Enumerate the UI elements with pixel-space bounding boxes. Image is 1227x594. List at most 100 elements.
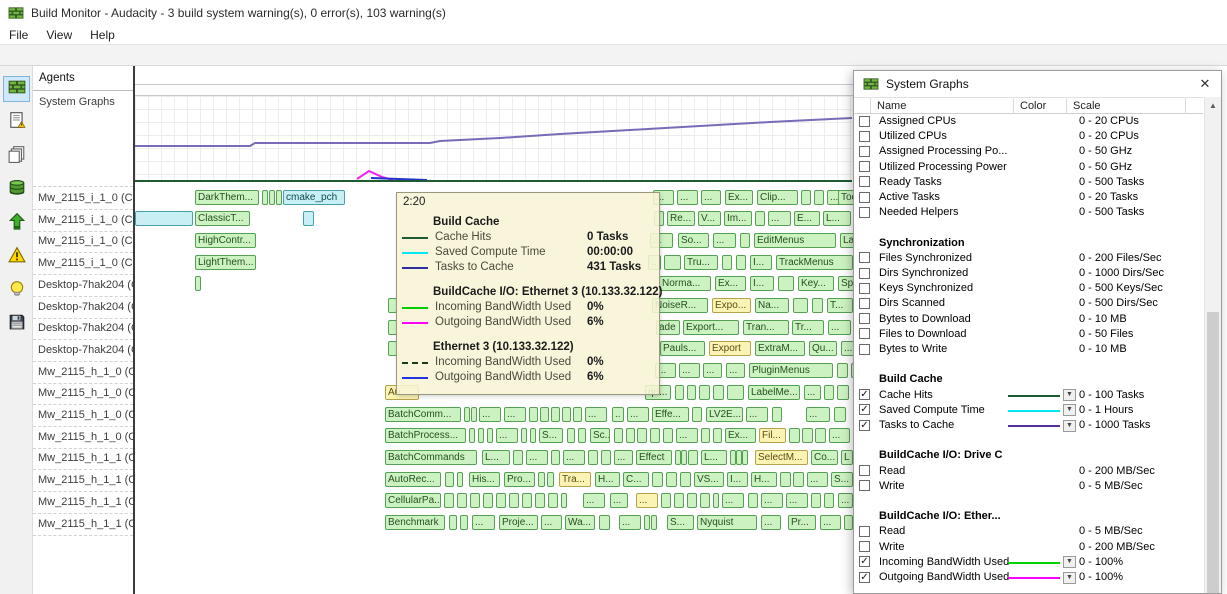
task-block[interactable] (700, 493, 710, 508)
task-block[interactable] (470, 493, 480, 508)
task-block[interactable] (135, 211, 193, 226)
task-block[interactable]: Ex... (725, 190, 753, 205)
task-block[interactable] (687, 493, 697, 508)
task-block[interactable]: .. (612, 407, 624, 422)
series-row[interactable]: Assigned CPUs0 - 20 CPUs (855, 114, 1204, 129)
task-block[interactable] (614, 428, 623, 443)
task-block[interactable]: EditMenus (754, 233, 836, 248)
task-block[interactable] (562, 407, 571, 422)
series-checkbox[interactable] (859, 176, 870, 187)
tips-icon[interactable] (3, 278, 30, 304)
series-row[interactable]: Bytes to Download0 - 10 MB (855, 312, 1204, 327)
series-row[interactable]: Read0 - 200 MB/Sec (855, 464, 1204, 479)
task-block[interactable]: L (841, 450, 853, 465)
task-block[interactable] (814, 190, 824, 205)
task-block[interactable]: Effect (636, 450, 672, 465)
task-block[interactable]: Ex... (725, 428, 756, 443)
task-block[interactable] (478, 428, 484, 443)
build-cache-icon[interactable] (3, 177, 30, 203)
task-block[interactable] (713, 428, 722, 443)
task-block[interactable]: Ex... (715, 276, 746, 291)
task-block[interactable]: ... (768, 211, 791, 226)
task-block[interactable] (740, 233, 750, 248)
task-block[interactable] (547, 472, 554, 487)
task-block[interactable]: Expo... (712, 298, 751, 313)
column-header-name[interactable]: Name (871, 98, 1014, 114)
task-block[interactable] (637, 428, 647, 443)
task-block[interactable]: Sc... (590, 428, 610, 443)
task-block[interactable] (269, 190, 275, 205)
task-block[interactable]: ... (677, 190, 698, 205)
task-block[interactable] (772, 407, 782, 422)
projects-icon[interactable] (3, 143, 30, 169)
series-checkbox[interactable] (859, 207, 870, 218)
series-checkbox[interactable] (859, 541, 870, 552)
task-block[interactable] (680, 472, 691, 487)
task-block[interactable]: H... (751, 472, 777, 487)
series-checkbox[interactable]: ✓ (859, 389, 870, 400)
series-row[interactable]: Assigned Processing Po...0 - 50 GHz (855, 144, 1204, 159)
task-block[interactable]: L... (482, 450, 510, 465)
task-block[interactable]: ... (713, 233, 736, 248)
task-block[interactable]: Fil... (759, 428, 786, 443)
task-block[interactable] (521, 428, 527, 443)
task-block[interactable] (469, 428, 475, 443)
task-block[interactable] (736, 255, 746, 270)
task-block[interactable] (651, 515, 657, 530)
task-block[interactable]: L... (701, 450, 727, 465)
task-block[interactable] (509, 493, 519, 508)
series-checkbox[interactable]: ✓ (859, 404, 870, 415)
task-block[interactable]: ... (761, 515, 781, 530)
task-block[interactable]: ... (479, 407, 501, 422)
task-block[interactable]: E... (794, 211, 820, 226)
task-block[interactable] (578, 428, 586, 443)
save-icon[interactable] (3, 312, 30, 338)
task-block[interactable] (837, 385, 849, 400)
task-block[interactable] (444, 493, 454, 508)
agent-row[interactable]: Desktop-7hak204 (C (33, 340, 133, 362)
task-block[interactable]: V... (698, 211, 721, 226)
series-checkbox[interactable]: ✓ (859, 572, 870, 583)
task-block[interactable]: I... (750, 255, 772, 270)
task-block[interactable]: ... (828, 320, 851, 335)
agent-row[interactable]: Mw_2115_h_1_0 (C (33, 383, 133, 405)
task-block[interactable]: ... (585, 407, 607, 422)
menu-file[interactable]: File (0, 26, 37, 42)
task-block[interactable]: DarkThem... (195, 190, 259, 205)
task-block[interactable]: ... (676, 428, 698, 443)
task-block[interactable]: cmake_pch (283, 190, 345, 205)
series-checkbox[interactable] (859, 313, 870, 324)
task-block[interactable]: C... (623, 472, 649, 487)
task-block[interactable]: ... (636, 493, 658, 508)
task-block[interactable]: Tra... (559, 472, 591, 487)
system-graph-canvas[interactable] (135, 96, 852, 182)
build-messages-icon[interactable] (3, 110, 30, 136)
task-block[interactable]: S... (539, 428, 563, 443)
task-block[interactable]: Proje... (499, 515, 538, 530)
series-checkbox[interactable] (859, 192, 870, 203)
series-row[interactable]: ✓Outgoing BandWidth Used▼0 - 100% (855, 570, 1204, 585)
task-block[interactable] (487, 428, 493, 443)
agent-row[interactable]: Mw_2115_h_1_1 (C (33, 514, 133, 536)
task-block[interactable]: ClassicT... (195, 211, 250, 226)
task-block[interactable] (471, 407, 477, 422)
task-block[interactable]: VS... (694, 472, 724, 487)
task-block[interactable]: LabelMe... (748, 385, 800, 400)
task-block[interactable]: ... (726, 363, 745, 378)
series-checkbox[interactable] (859, 328, 870, 339)
task-block[interactable]: ... (541, 515, 562, 530)
column-header-color[interactable]: Color (1014, 98, 1067, 114)
task-block[interactable]: Pauls... (660, 341, 705, 356)
series-checkbox[interactable] (859, 268, 870, 279)
task-block[interactable] (303, 211, 314, 226)
task-block[interactable] (483, 493, 493, 508)
task-block[interactable] (551, 450, 560, 465)
series-checkbox[interactable]: ✓ (859, 556, 870, 567)
task-block[interactable]: BatchProcess... (385, 428, 466, 443)
task-block[interactable]: ... (829, 428, 850, 443)
task-block[interactable]: BatchCommands (385, 450, 477, 465)
series-checkbox[interactable] (859, 161, 870, 172)
agent-row[interactable]: Mw_2115_h_1_0 (C (33, 405, 133, 427)
task-block[interactable] (457, 472, 463, 487)
task-block[interactable]: TrackMenus (776, 255, 853, 270)
